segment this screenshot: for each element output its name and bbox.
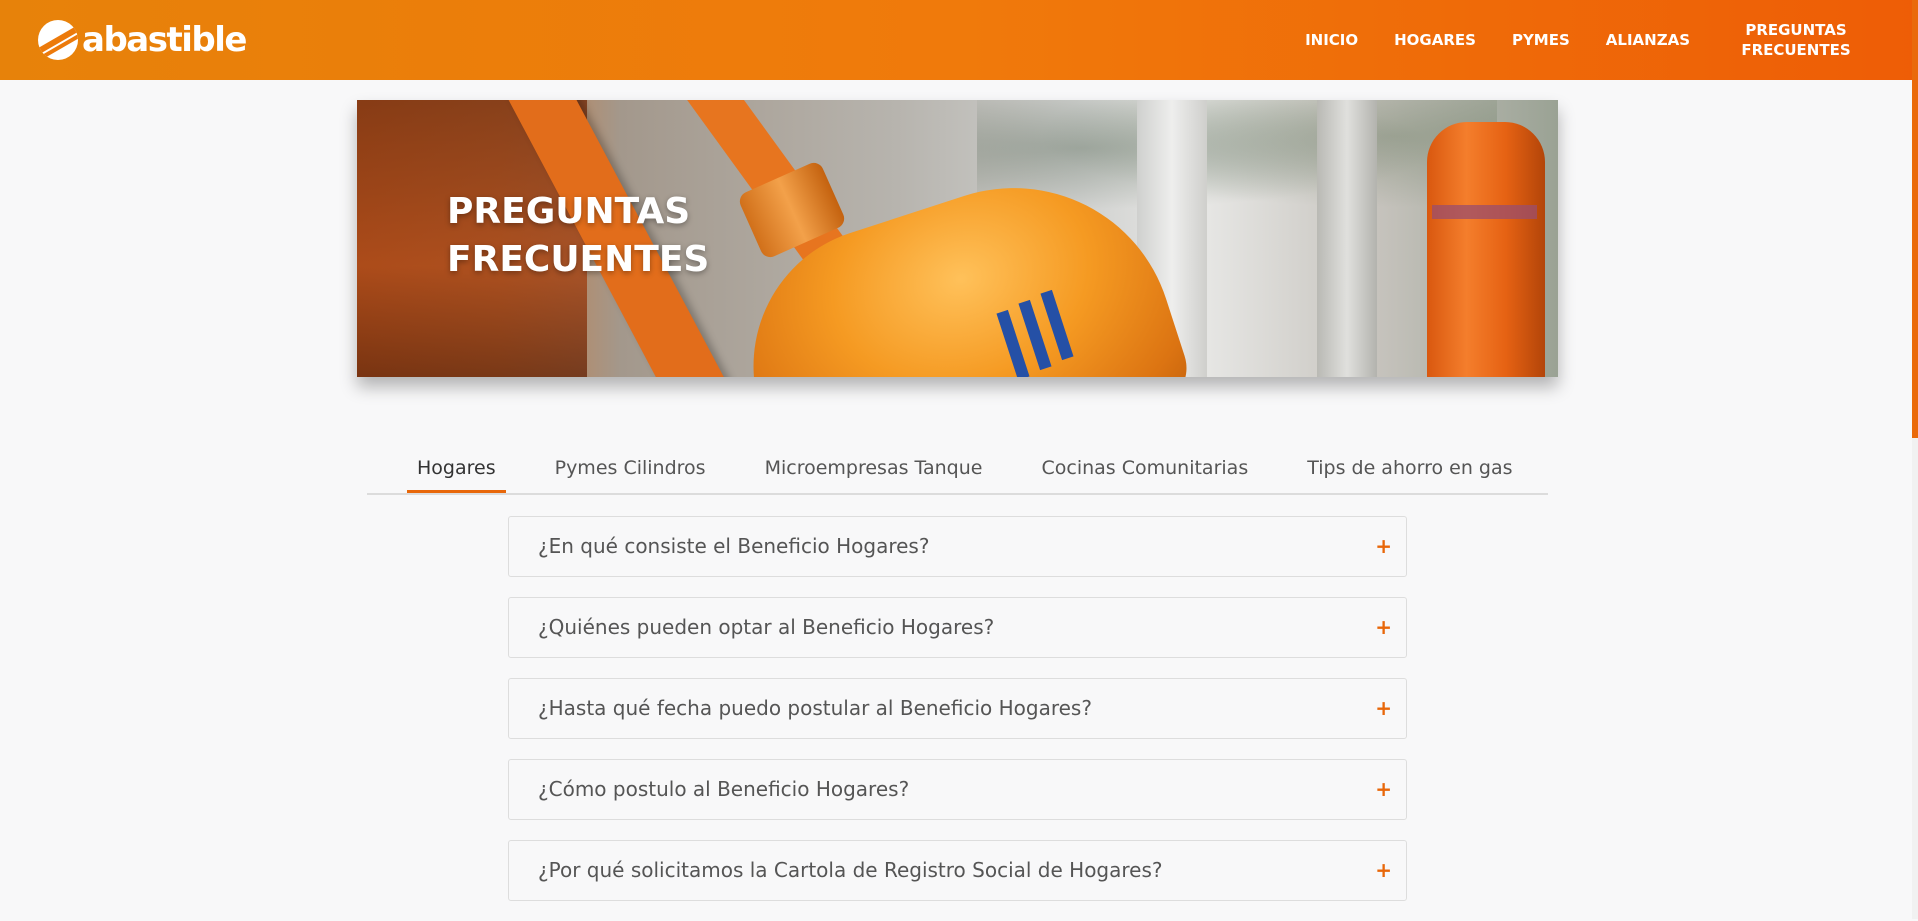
- faq-item[interactable]: ¿Quiénes pueden optar al Beneficio Hogar…: [508, 597, 1407, 658]
- faq-question: ¿Cómo postulo al Beneficio Hogares?: [538, 777, 910, 801]
- scrollbar-thumb[interactable]: [1912, 0, 1918, 438]
- faq-item[interactable]: ¿Por qué solicitamos la Cartola de Regis…: [508, 840, 1407, 901]
- gas-cylinder-image: [1427, 122, 1545, 377]
- nav-item-alianzas[interactable]: ALIANZAS: [1606, 30, 1690, 50]
- expand-plus-icon[interactable]: +: [1375, 598, 1392, 657]
- faq-question: ¿Por qué solicitamos la Cartola de Regis…: [538, 858, 1163, 882]
- tab-microempresas-tanque[interactable]: Microempresas Tanque: [755, 439, 993, 493]
- faq-accordion: ¿En qué consiste el Beneficio Hogares? +…: [508, 516, 1407, 921]
- abastible-logo-icon: [38, 20, 78, 60]
- tab-pymes-cilindros[interactable]: Pymes Cilindros: [545, 439, 716, 493]
- faq-question: ¿Quiénes pueden optar al Beneficio Hogar…: [538, 615, 995, 639]
- faq-item[interactable]: ¿Hasta qué fecha puedo postular al Benef…: [508, 678, 1407, 739]
- expand-plus-icon[interactable]: +: [1375, 679, 1392, 738]
- site-header: abastible INICIO HOGARES PYMES ALIANZAS …: [0, 0, 1918, 80]
- page-title: PREGUNTAS FRECUENTES: [447, 191, 710, 280]
- tab-cocinas-comunitarias[interactable]: Cocinas Comunitarias: [1031, 439, 1258, 493]
- tab-tips-ahorro-gas[interactable]: Tips de ahorro en gas: [1297, 439, 1522, 493]
- hero-banner: PREGUNTAS FRECUENTES: [357, 100, 1558, 377]
- faq-question: ¿Hasta qué fecha puedo postular al Benef…: [538, 696, 1092, 720]
- faq-question: ¿En qué consiste el Beneficio Hogares?: [538, 534, 930, 558]
- faq-item[interactable]: ¿En qué consiste el Beneficio Hogares? +: [508, 516, 1407, 577]
- nav-item-preguntas-frecuentes[interactable]: PREGUNTAS FRECUENTES: [1736, 20, 1856, 60]
- faq-category-tabs: Hogares Pymes Cilindros Microempresas Ta…: [367, 440, 1548, 495]
- expand-plus-icon[interactable]: +: [1375, 760, 1392, 819]
- nav-item-hogares[interactable]: HOGARES: [1394, 30, 1476, 50]
- brand-logo[interactable]: abastible: [38, 18, 247, 62]
- nav-item-pymes[interactable]: PYMES: [1512, 30, 1570, 50]
- faq-item[interactable]: ¿Cómo postulo al Beneficio Hogares? +: [508, 759, 1407, 820]
- tab-hogares[interactable]: Hogares: [407, 439, 506, 493]
- page-scrollbar[interactable]: [1912, 0, 1918, 919]
- main-nav: INICIO HOGARES PYMES ALIANZAS PREGUNTAS …: [1269, 0, 1856, 80]
- expand-plus-icon[interactable]: +: [1375, 517, 1392, 576]
- expand-plus-icon[interactable]: +: [1375, 841, 1392, 900]
- brand-name: abastible: [82, 20, 247, 60]
- nav-item-inicio[interactable]: INICIO: [1305, 30, 1358, 50]
